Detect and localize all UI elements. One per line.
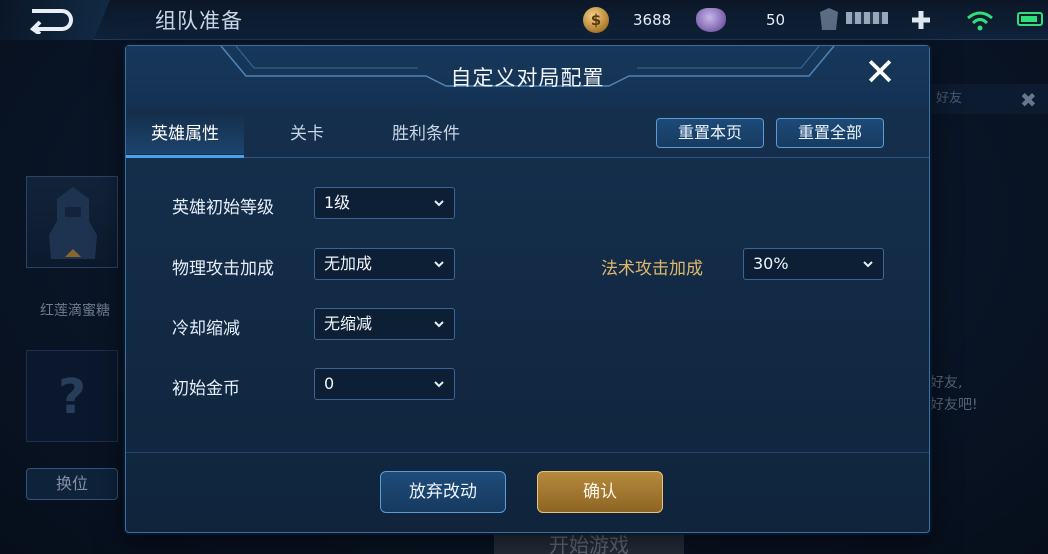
page-title: 组队准备 xyxy=(155,9,243,33)
starting-gold-value: 0 xyxy=(324,374,335,393)
coin-icon: $ xyxy=(583,7,609,33)
starting-gold-select[interactable]: 0 xyxy=(314,368,455,400)
chevron-down-icon xyxy=(434,321,444,328)
hero-level-select[interactable]: 1级 xyxy=(314,187,455,219)
confirm-button[interactable]: 确认 xyxy=(537,471,663,513)
cooldown-label: 冷却缩减 xyxy=(172,319,240,339)
cooldown-value: 无缩减 xyxy=(324,314,373,333)
add-icon[interactable] xyxy=(909,8,933,32)
battery-icon xyxy=(1017,12,1043,26)
reset-all-button[interactable]: 重置全部 xyxy=(776,118,884,148)
discard-changes-button[interactable]: 放弃改动 xyxy=(380,471,506,513)
physical-attack-value: 无加成 xyxy=(324,254,373,273)
tab-stage[interactable]: 关卡 xyxy=(266,114,348,154)
close-dialog-button[interactable]: ✕ xyxy=(860,52,900,92)
top-bar: 组队准备 $ 3688 50 xyxy=(0,0,1048,40)
custom-match-config-dialog: 自定义对局配置 ✕ 英雄属性 关卡 胜利条件 重置本页 重置全部 英雄初始等级 … xyxy=(125,45,930,533)
hero-level-value: 1级 xyxy=(324,193,351,212)
reset-page-button[interactable]: 重置本页 xyxy=(656,118,764,148)
chevron-down-icon xyxy=(434,381,444,388)
close-icon: ✕ xyxy=(864,50,896,94)
chevron-down-icon xyxy=(434,200,444,207)
blurred-badge-icon xyxy=(820,8,838,30)
chevron-down-icon xyxy=(434,261,444,268)
wifi-icon xyxy=(967,11,993,31)
physical-attack-label: 物理攻击加成 xyxy=(172,259,274,279)
tab-victory-conditions[interactable]: 胜利条件 xyxy=(376,114,476,154)
dialog-title: 自定义对局配置 xyxy=(450,66,605,90)
dialog-header: 自定义对局配置 ✕ xyxy=(126,46,929,108)
tab-hero-attributes[interactable]: 英雄属性 xyxy=(126,114,244,158)
gem-counter: 50 xyxy=(696,8,785,32)
footer-divider xyxy=(126,452,929,453)
magic-attack-select[interactable]: 30% xyxy=(743,248,884,280)
gem-amount: 50 xyxy=(766,11,786,29)
starting-gold-label: 初始金币 xyxy=(172,379,240,399)
magic-attack-label: 法术攻击加成 xyxy=(601,259,703,279)
cooldown-select[interactable]: 无缩减 xyxy=(314,308,455,340)
gold-counter: $ 3688 xyxy=(583,7,672,33)
back-icon xyxy=(29,9,73,34)
blurred-name xyxy=(846,12,888,24)
gold-amount: 3688 xyxy=(633,11,672,29)
back-button[interactable] xyxy=(0,0,110,40)
chevron-down-icon xyxy=(863,261,873,268)
physical-attack-select[interactable]: 无加成 xyxy=(314,248,455,280)
magic-attack-value: 30% xyxy=(753,254,789,273)
gem-icon xyxy=(696,8,726,32)
hero-level-label: 英雄初始等级 xyxy=(172,198,274,218)
